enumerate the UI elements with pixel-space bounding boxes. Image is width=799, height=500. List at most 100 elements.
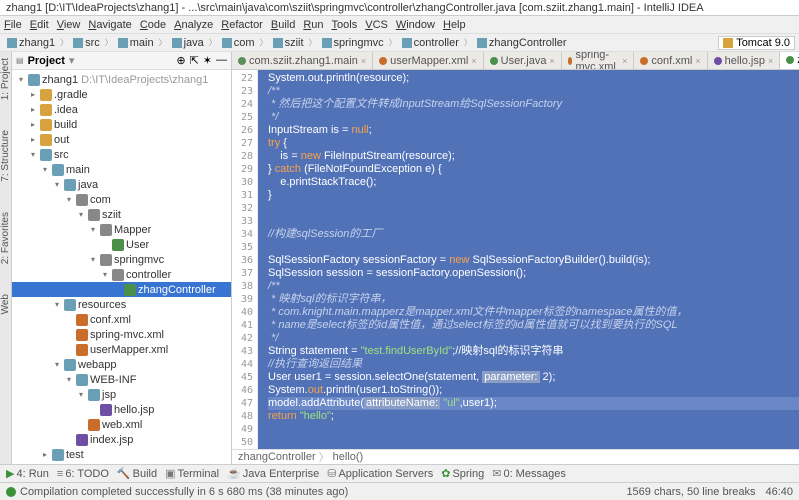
- tree-node-indexjsp[interactable]: index.jsp: [12, 432, 231, 447]
- tree-node-test[interactable]: ▸test: [12, 447, 231, 462]
- tree-node-out[interactable]: ▸out: [12, 132, 231, 147]
- tool-applicationservers[interactable]: ⛁Application Servers: [327, 467, 433, 480]
- menu-refactor[interactable]: Refactor: [221, 19, 263, 31]
- status-ok-icon: [6, 487, 16, 497]
- folder-icon: [76, 374, 88, 386]
- folder-o-icon: [40, 104, 52, 116]
- tree-node-mapper[interactable]: ▾Mapper: [12, 222, 231, 237]
- xml-icon: [76, 344, 88, 356]
- tool-run[interactable]: ▶4: Run: [6, 467, 49, 480]
- menu-help[interactable]: Help: [443, 19, 466, 31]
- tool-icon: ✉: [492, 467, 501, 480]
- tree-node-main[interactable]: ▾main: [12, 162, 231, 177]
- editor-tabs: com.sziit.zhang1.main×userMapper.xml×Use…: [232, 52, 799, 70]
- menu-view[interactable]: View: [57, 19, 81, 31]
- tree-node-build[interactable]: ▸build: [12, 117, 231, 132]
- editor-breadcrumb[interactable]: zhangController〉hello(): [232, 449, 799, 464]
- tree-node-zhang1[interactable]: ▾zhang1 D:\IT\IdeaProjects\zhang1: [12, 72, 231, 87]
- collapse-icon[interactable]: ▤: [16, 56, 24, 65]
- tree-node-gradle[interactable]: ▸.gradle: [12, 87, 231, 102]
- code-editor[interactable]: 22 23 24 25 26 27 28 29 30 31 32 33 34 3…: [232, 70, 799, 449]
- editor-crumb-0[interactable]: zhangController: [238, 451, 316, 463]
- status-chars: 1569 chars, 50 line breaks: [626, 486, 755, 498]
- tab-hellojsp[interactable]: hello.jsp×: [708, 52, 781, 69]
- tomcat-icon: [723, 38, 733, 48]
- breadcrumb-springmvc[interactable]: springmvc: [319, 37, 387, 49]
- menu-run[interactable]: Run: [303, 19, 323, 31]
- xml-icon: [88, 419, 100, 431]
- pkg-icon: [88, 209, 100, 221]
- close-tab-icon[interactable]: ×: [768, 56, 773, 66]
- tree-node-java[interactable]: ▾java: [12, 177, 231, 192]
- code-content[interactable]: System.out.println(resource);/** * 然后把这个…: [258, 70, 799, 449]
- menu-navigate[interactable]: Navigate: [88, 19, 131, 31]
- tool-javaenterprise[interactable]: ☕Java Enterprise: [227, 467, 319, 480]
- hide-icon[interactable]: —: [216, 54, 227, 67]
- tab-usermapperxml[interactable]: userMapper.xml×: [373, 52, 484, 69]
- tool-spring[interactable]: ✿Spring: [441, 467, 484, 480]
- breadcrumb-com[interactable]: com: [219, 37, 258, 49]
- rail-favorites[interactable]: 2: Favorites: [0, 212, 11, 264]
- tree-node-resources[interactable]: ▾resources: [12, 297, 231, 312]
- tree-node-confxml[interactable]: conf.xml: [12, 312, 231, 327]
- tree-node-jsp[interactable]: ▾jsp: [12, 387, 231, 402]
- breadcrumb-main[interactable]: main: [115, 37, 157, 49]
- close-tab-icon[interactable]: ×: [622, 56, 627, 66]
- tree-node-src[interactable]: ▾src: [12, 147, 231, 162]
- tree-node-webinf[interactable]: ▾WEB-INF: [12, 372, 231, 387]
- class-icon: [124, 284, 136, 296]
- editor-crumb-1[interactable]: hello(): [333, 451, 364, 463]
- menu-tools[interactable]: Tools: [332, 19, 358, 31]
- close-tab-icon[interactable]: ×: [471, 56, 476, 66]
- bottom-tool-windows: ▶4: Run ≡6: TODO 🔨Build ▣Terminal ☕Java Ente…: [0, 464, 799, 482]
- collapse-all-icon[interactable]: ⇱: [190, 54, 199, 67]
- tree-node-webxml[interactable]: web.xml: [12, 417, 231, 432]
- tab-userjava[interactable]: User.java×: [484, 52, 562, 69]
- menu-vcs[interactable]: VCS: [365, 19, 388, 31]
- breadcrumb-zhangController[interactable]: zhangController: [474, 37, 570, 49]
- close-tab-icon[interactable]: ×: [695, 56, 700, 66]
- menu-window[interactable]: Window: [396, 19, 435, 31]
- tree-node-usermapperxml[interactable]: userMapper.xml: [12, 342, 231, 357]
- tool-messages[interactable]: ✉0: Messages: [492, 467, 566, 480]
- tab-springmvcxml[interactable]: spring-mvc.xml×: [562, 52, 635, 69]
- menu-build[interactable]: Build: [271, 19, 295, 31]
- menu-file[interactable]: File: [4, 19, 22, 31]
- run-config-dropdown[interactable]: Tomcat 9.0: [718, 36, 795, 50]
- tree-node-sziit[interactable]: ▾sziit: [12, 207, 231, 222]
- tool-build[interactable]: 🔨Build: [117, 467, 157, 480]
- tool-todo[interactable]: ≡6: TODO: [57, 468, 109, 480]
- menu-analyze[interactable]: Analyze: [174, 19, 213, 31]
- breadcrumb-src[interactable]: src: [70, 37, 103, 49]
- project-tree[interactable]: ▾zhang1 D:\IT\IdeaProjects\zhang1▸.gradl…: [12, 70, 231, 464]
- tab-zhangcontrollerjava[interactable]: zhangController.java×: [780, 52, 799, 69]
- tab-confxml[interactable]: conf.xml×: [634, 52, 707, 69]
- menu-code[interactable]: Code: [140, 19, 166, 31]
- breadcrumb-java[interactable]: java: [169, 37, 207, 49]
- rail-project[interactable]: 1: Project: [0, 58, 11, 100]
- menu-edit[interactable]: Edit: [30, 19, 49, 31]
- settings-icon[interactable]: ✶: [203, 54, 212, 67]
- tree-node-user[interactable]: User: [12, 237, 231, 252]
- tree-node-com[interactable]: ▾com: [12, 192, 231, 207]
- close-tab-icon[interactable]: ×: [549, 56, 554, 66]
- tree-node-idea[interactable]: ▸.idea: [12, 102, 231, 117]
- rail-structure[interactable]: 7: Structure: [0, 130, 11, 182]
- breadcrumb-controller[interactable]: controller: [399, 37, 462, 49]
- breadcrumb-zhang1[interactable]: zhang1: [4, 37, 58, 49]
- tree-node-springmvcxml[interactable]: spring-mvc.xml: [12, 327, 231, 342]
- breadcrumb-sziit[interactable]: sziit: [270, 37, 307, 49]
- project-panel-header[interactable]: ▤ Project ▾ ⊕ ⇱ ✶ —: [12, 52, 231, 70]
- tree-node-hellojsp[interactable]: hello.jsp: [12, 402, 231, 417]
- file-type-icon: [490, 57, 498, 65]
- tool-terminal[interactable]: ▣Terminal: [165, 467, 219, 480]
- tree-node-controller[interactable]: ▾controller: [12, 267, 231, 282]
- tree-node-zhangcontroller[interactable]: zhangController: [12, 282, 231, 297]
- tree-node-springmvc[interactable]: ▾springmvc: [12, 252, 231, 267]
- tree-node-webapp[interactable]: ▾webapp: [12, 357, 231, 372]
- window-title: zhang1 [D:\IT\IdeaProjects\zhang1] - ...…: [6, 2, 704, 14]
- locate-icon[interactable]: ⊕: [176, 54, 185, 67]
- tab-comsziitzhang1main[interactable]: com.sziit.zhang1.main×: [232, 52, 373, 69]
- close-tab-icon[interactable]: ×: [361, 56, 366, 66]
- rail-web[interactable]: Web: [0, 294, 11, 314]
